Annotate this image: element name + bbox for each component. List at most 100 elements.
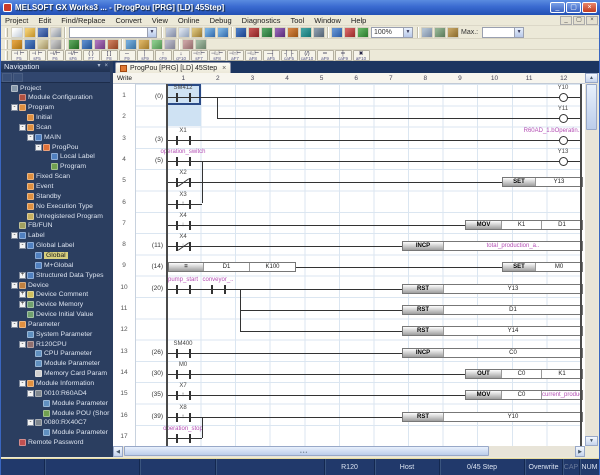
maximize-button[interactable]: ▢ [566,2,581,13]
menu-convert[interactable]: Convert [110,15,146,26]
redo-icon[interactable] [217,27,229,38]
ladder-symbol-button-F6[interactable]: ⊣/⊢F6 [47,50,64,61]
convert-icon[interactable] [261,27,273,38]
ladder-symbol-button-F5[interactable]: ⊣ ⊢F5 [11,50,28,61]
ladder-symbol-button-caF9[interactable]: ╪caF9 [335,50,352,61]
collapse-icon[interactable]: - [19,124,26,131]
expand-icon[interactable]: + [19,301,26,308]
paste-icon[interactable] [191,27,203,38]
options-icon[interactable] [195,39,207,50]
chevron-down-icon[interactable]: ▼ [147,28,156,37]
coil-Y10[interactable] [559,93,568,102]
menu-findreplace[interactable]: Find/Replace [56,15,110,26]
tree-item-scan[interactable]: -Scan [0,122,110,132]
tree-item-remote-password[interactable]: Remote Password [0,438,110,448]
zoom-combo[interactable]: 100%▼ [371,27,413,38]
tab-close-icon[interactable]: × [222,65,226,72]
ladder-editor[interactable]: Write 123456789101112 1(0)SM412Y102Y113(… [113,73,585,446]
contact-X1[interactable] [176,136,178,145]
ladder-symbol-button-sF8[interactable]: ⊣↓⊢sF8 [209,50,226,61]
rebuild-icon[interactable] [248,27,260,38]
coil-R60AD_1.bOperatin..[interactable] [559,136,568,145]
program-check-icon[interactable] [235,27,247,38]
tree-item-global[interactable]: Global [0,250,110,260]
contact-X4[interactable] [176,221,178,230]
collapse-icon[interactable]: - [19,341,26,348]
nav-sort-icon[interactable] [13,73,23,82]
tree-item-device[interactable]: -Device [0,280,110,290]
tree-item-m-global[interactable]: M+Global [0,260,110,270]
read-plc-icon[interactable] [300,27,312,38]
st-icon[interactable] [107,39,119,50]
instruction-box[interactable]: RSTY10 [402,412,583,422]
sfc-icon[interactable] [81,39,93,50]
tree-item-device-comment[interactable]: +Device Comment [0,290,110,300]
cut-icon[interactable] [165,27,177,38]
help-find-icon[interactable] [447,27,459,38]
tree-item-rx40c7-module-parameter[interactable]: Module Parameter [0,428,110,438]
instruction-box[interactable]: MOVK1D1 [465,220,583,230]
tree-item-no-execution-type[interactable]: No Execution Type [0,201,110,211]
verify-icon[interactable] [313,27,325,38]
instruction-box[interactable]: MOVC0current_production.. [465,390,583,400]
contact-X8[interactable] [176,413,178,422]
tree-item-module-0010-r60ad4[interactable]: -0010:R60AD4 [0,388,110,398]
menu-diagnostics[interactable]: Diagnostics [237,15,286,26]
contact-X3[interactable] [176,200,178,209]
contact-operation_switch[interactable] [176,157,178,166]
ladder-icon[interactable] [68,39,80,50]
highlight-cell[interactable] [166,105,201,126]
ladder-symbol-button-sF9[interactable]: │sF9 [137,50,154,61]
pin-icon[interactable]: ▾ [95,61,102,72]
tree-item-structured-data-types[interactable]: +Structured Data Types [0,270,110,280]
scroll-up-icon[interactable]: ▲ [585,73,598,83]
fbd-icon[interactable] [94,39,106,50]
contact-M0[interactable] [176,370,178,379]
collapse-icon[interactable]: - [35,144,42,151]
tab-progpou[interactable]: ProgPou [PRG] [LD] 45Step × [115,62,231,73]
tree-item-memory-card-parameter[interactable]: Memory Card Param [0,369,110,379]
tree-item-r120cpu[interactable]: -R120CPU [0,339,110,349]
tree-item-label[interactable]: -Label [0,231,110,241]
collapse-icon[interactable]: - [11,321,18,328]
mdi-close-button[interactable]: × [586,16,598,25]
menu-view[interactable]: View [147,15,173,26]
tree-item-initial[interactable]: Initial [0,113,110,123]
ladder-symbol-button-aF5[interactable]: ─┤aF5 [263,50,280,61]
scroll-left-icon[interactable]: ◀ [113,446,123,457]
ladder-symbol-button-aF7[interactable]: ⊣↑⊢aF7 [227,50,244,61]
ladder-symbol-button-sF5[interactable]: ⊣ ⊢sF5 [29,50,46,61]
device-list-icon[interactable] [138,39,150,50]
comment-icon[interactable] [37,39,49,50]
chevron-down-icon[interactable]: ▼ [514,28,523,37]
collapse-icon[interactable]: - [27,390,34,397]
watch-icon[interactable] [151,39,163,50]
tree-item-module-configuration[interactable]: Module Configuration [0,93,110,103]
collapse-icon[interactable]: - [11,282,18,289]
instruction-box[interactable]: =D1K100 [168,262,296,272]
menu-window[interactable]: Window [309,15,346,26]
vertical-scrollbar[interactable]: ▲ ▼ [585,73,598,446]
device-test-icon[interactable] [357,27,369,38]
new-icon[interactable] [11,27,23,38]
ladder-symbol-button-F9[interactable]: ─F9 [119,50,136,61]
tree-item-module-parameter[interactable]: Module Parameter [0,359,110,369]
menu-tool[interactable]: Tool [285,15,309,26]
window-tile-icon[interactable] [434,27,446,38]
ladder-symbol-button-cF10[interactable]: ↓cF10 [173,50,190,61]
tree-item-main[interactable]: -MAIN [0,132,110,142]
tree-item-progpou[interactable]: -ProgPou [0,142,110,152]
menu-debug[interactable]: Debug [205,15,237,26]
tree-item-parameter[interactable]: -Parameter [0,319,110,329]
expand-icon[interactable]: + [19,272,26,279]
tree-item-global-label[interactable]: -Global Label [0,241,110,251]
param-icon[interactable] [11,39,23,50]
save-icon[interactable] [37,27,49,38]
stop-monitor-icon[interactable] [344,27,356,38]
horizontal-scrollbar[interactable]: ◀ ••• ▶ [113,446,585,457]
chevron-down-icon[interactable]: ▼ [403,28,412,37]
contact-conveyor_..[interactable] [211,285,213,294]
tree-item-module-0080-rx40c7[interactable]: -0080:RX40C7 [0,418,110,428]
label-icon[interactable] [24,39,36,50]
expand-icon[interactable]: + [19,291,26,298]
